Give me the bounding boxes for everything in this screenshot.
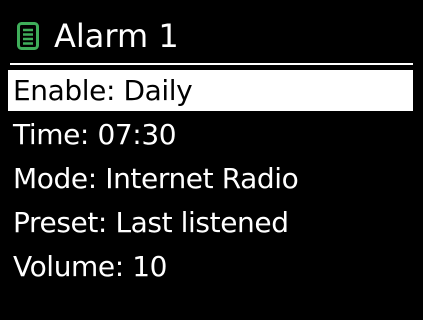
menu-item-enable[interactable]: Enable: Daily: [8, 70, 413, 111]
header-divider: [10, 63, 413, 65]
page-title: Alarm 1: [54, 17, 179, 55]
header: Alarm 1: [0, 12, 423, 60]
menu-item-preset[interactable]: Preset: Last listened: [8, 202, 413, 243]
menu-item-mode[interactable]: Mode: Internet Radio: [8, 158, 413, 199]
radio-display: Alarm 1 Enable: Daily Time: 07:30 Mode: …: [0, 0, 423, 320]
menu-item-time[interactable]: Time: 07:30: [8, 114, 413, 155]
menu-item-volume[interactable]: Volume: 10: [8, 246, 413, 287]
alarm-list-icon: [17, 22, 39, 50]
